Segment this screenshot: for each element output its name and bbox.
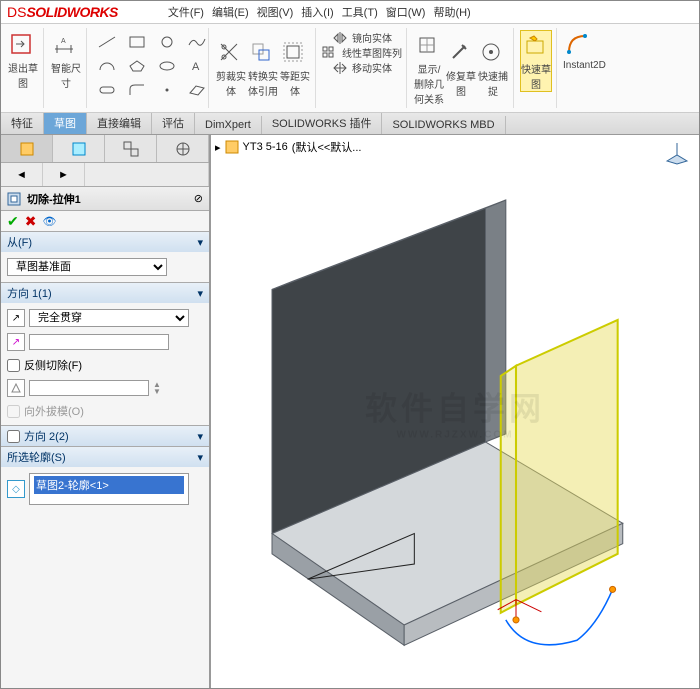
reverse-cut-label: 反侧切除(F) [24,357,82,373]
menu-file[interactable]: 文件(F) [168,4,204,20]
ribbon-poly[interactable] [123,54,151,78]
ribbon-fillet[interactable] [123,78,151,102]
svg-text:A: A [192,61,200,73]
ribbon-relations[interactable]: 显示/删除几何关系 [413,31,445,106]
contour-item[interactable]: 草图2-轮廓<1> [34,476,184,494]
draft-spinner[interactable]: ▲▼ [153,381,161,395]
reverse-cut-checkbox[interactable] [7,359,20,372]
draft-icon[interactable] [7,379,25,397]
work-area: ◄ ► 切除-拉伸1 ⊘ ✔ ✖ 👁 从(F) ▾ 草图基准面 [1,135,699,688]
ribbon-convert[interactable]: 转换实体引用 [247,38,279,98]
menu-window[interactable]: 窗口(W) [386,4,426,20]
ribbon: 退出草图 A 智能尺寸 A 剪裁实体 [1,23,699,113]
contour-icon: ◇ [7,480,25,498]
fm-nav-back[interactable]: ◄ [1,163,43,186]
ribbon-point[interactable] [153,78,181,102]
panel-from: 从(F) ▾ 草图基准面 [1,231,209,282]
ribbon-instant2d[interactable]: Instant2D [563,30,595,71]
panel-contours: 所选轮廓(S) ▾ ◇ 草图2-轮廓<1> [1,446,209,511]
fm-tab-config[interactable] [105,135,157,162]
ribbon-spline[interactable] [183,30,211,54]
tab-dimxpert[interactable]: DimXpert [195,116,262,134]
model-render [211,135,699,688]
menu-help[interactable]: 帮助(H) [433,4,470,20]
ribbon-circle[interactable] [153,30,181,54]
reverse-dir-icon[interactable]: ↗ [7,309,25,327]
from-label: 从(F) [7,234,32,250]
main-menu: 文件(F) 编辑(E) 视图(V) 插入(I) 工具(T) 窗口(W) 帮助(H… [168,4,471,20]
feature-title: 切除-拉伸1 [27,191,188,207]
ok-button[interactable]: ✔ [7,213,19,230]
ribbon-rapid-sketch[interactable]: 快速草图 [520,30,552,92]
dir1-vector-icon[interactable]: ↗ [7,333,25,351]
ribbon-repair[interactable]: 修复草图 [445,38,477,98]
from-collapse[interactable]: ▾ [197,236,203,249]
contours-collapse[interactable]: ▾ [197,451,203,464]
fm-nav-expand[interactable] [85,163,209,186]
outward-draft-label: 向外拔模(O) [24,403,84,419]
ribbon-plane[interactable] [183,78,211,102]
dir2-label: 方向 2(2) [24,428,69,444]
cancel-button[interactable]: ✖ [25,213,37,230]
part-icon [225,140,239,154]
pin-icon[interactable]: ⊘ [194,192,203,205]
dir1-collapse[interactable]: ▾ [197,287,203,300]
menu-insert[interactable]: 插入(I) [301,4,333,20]
fm-nav-fwd[interactable]: ► [43,163,85,186]
dir1-end-select[interactable]: 完全贯穿 [29,309,189,327]
ribbon-smart-dim[interactable]: A 智能尺寸 [50,30,82,90]
tab-features[interactable]: 特征 [1,112,44,134]
dir2-collapse[interactable]: ▾ [197,430,203,443]
ribbon-move[interactable]: 移动实体 [332,60,392,75]
ribbon-line[interactable] [93,30,121,54]
ribbon-linear-pattern[interactable]: 线性草图阵列 [322,45,402,60]
ribbon-slot[interactable] [93,78,121,102]
breadcrumb-expand[interactable]: ▸ [215,141,221,154]
title-bar: DS SOLIDWORKS 文件(F) 编辑(E) 视图(V) 插入(I) 工具… [1,1,699,23]
feature-manager: ◄ ► 切除-拉伸1 ⊘ ✔ ✖ 👁 从(F) ▾ 草图基准面 [1,135,211,688]
breadcrumb: ▸ YT3 5-16 (默认<<默认... [215,139,361,155]
viewport-3d[interactable]: ▸ YT3 5-16 (默认<<默认... 软件自学网 WWW.RJZXW.CO… [211,135,699,688]
menu-edit[interactable]: 编辑(E) [212,4,249,20]
tab-mbd[interactable]: SOLIDWORKS MBD [382,116,505,134]
command-tabs: 特征 草图 直接编辑 评估 DimXpert SOLIDWORKS 插件 SOL… [1,113,699,135]
ribbon-rect[interactable] [123,30,151,54]
app-logo: SOLIDWORKS [26,4,117,20]
dir1-label: 方向 1(1) [7,285,52,301]
ribbon-ellipse[interactable] [153,54,181,78]
breadcrumb-suffix: (默认<<默认... [292,139,362,155]
panel-dir2: 方向 2(2) ▾ [1,425,209,446]
ribbon-snap[interactable]: 快速捕捉 [477,38,509,98]
breadcrumb-part[interactable]: YT3 5-16 [243,141,288,153]
ribbon-offset[interactable]: 等距实体 [279,38,311,98]
logo-icon: DS [7,4,26,20]
menu-view[interactable]: 视图(V) [257,4,294,20]
feature-header: 切除-拉伸1 ⊘ [1,187,209,211]
outward-draft-checkbox[interactable] [7,405,20,418]
ribbon-arc[interactable] [93,54,121,78]
fm-tab-property[interactable] [53,135,105,162]
from-plane-select[interactable]: 草图基准面 [7,258,167,276]
contours-label: 所选轮廓(S) [7,449,66,465]
tab-evaluate[interactable]: 评估 [152,112,195,134]
ribbon-exit-sketch[interactable]: 退出草图 [7,30,39,90]
tab-direct-edit[interactable]: 直接编辑 [87,112,152,134]
panel-dir1: 方向 1(1) ▾ ↗ 完全贯穿 ↗ 反侧切除(F) [1,282,209,425]
dir1-vector-input[interactable] [29,334,169,350]
dir2-enable-checkbox[interactable] [7,430,20,443]
svg-text:A: A [61,38,66,45]
ribbon-trim[interactable]: 剪裁实体 [215,38,247,98]
tab-addins[interactable]: SOLIDWORKS 插件 [262,112,383,134]
fm-tab-dimxpert[interactable] [157,135,209,162]
draft-input[interactable] [29,380,149,396]
tab-sketch[interactable]: 草图 [44,112,87,134]
fm-tab-tree[interactable] [1,135,53,162]
cut-extrude-icon [7,192,21,206]
contour-list[interactable]: 草图2-轮廓<1> [29,473,189,505]
view-triad-icon[interactable] [665,141,689,165]
ribbon-mirror[interactable]: 镜向实体 [332,30,392,45]
ribbon-text[interactable]: A [183,54,211,78]
preview-button[interactable]: 👁 [42,215,56,228]
menu-tools[interactable]: 工具(T) [342,4,378,20]
